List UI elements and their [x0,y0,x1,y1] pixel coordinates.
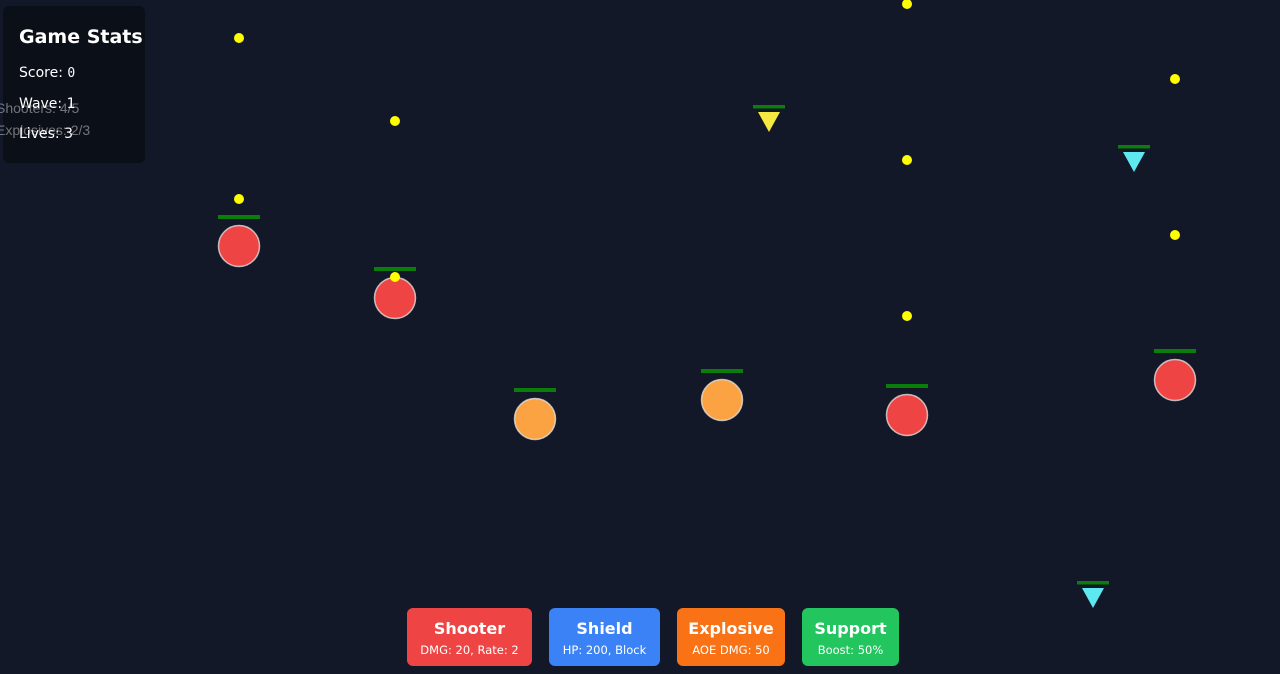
enemy-cyan [1123,152,1145,172]
support-unit-button[interactable]: Support Boost: 50% [802,608,899,666]
shooter-unit [885,393,929,437]
score-label: Score: [19,65,68,81]
projectile [902,311,912,321]
enemy-yellow [758,112,780,132]
shooter-button-label: Shooter [433,619,506,638]
explosive-health-bar [514,388,556,392]
shooter-health-bar [1154,349,1196,353]
support-button-desc: Boost: 50% [817,643,884,657]
shield-button-label: Shield [576,619,633,638]
explosive-unit [513,397,557,441]
shooters-counter: Shooters: 4/5 [0,100,80,116]
game-field[interactable] [0,0,1280,674]
shield-unit-button[interactable]: Shield HP: 200, Block [549,608,660,666]
score-row: Score: 0 [19,65,75,81]
game-stage[interactable]: Game Stats Score: 0 Wave: 1 Lives: 3 Sho… [0,0,1280,674]
explosives-counter: Explosives: 2/3 [0,122,91,138]
projectile [390,272,400,282]
projectile [1170,74,1180,84]
support-button-label: Support [814,619,887,638]
shooter-unit-button[interactable]: Shooter DMG: 20, Rate: 2 [407,608,532,666]
score-value: 0 [67,66,76,81]
projectile [390,116,400,126]
shooter-health-bar [886,384,928,388]
projectile [902,0,912,9]
enemy-cyan [1082,588,1104,608]
game-stats-panel: Game Stats Score: 0 Wave: 1 Lives: 3 [3,6,145,163]
shooter-button-desc: DMG: 20, Rate: 2 [420,643,519,657]
explosive-unit-button[interactable]: Explosive AOE DMG: 50 [677,608,785,666]
enemy-health-bar [753,105,785,109]
shooter-unit [1153,358,1197,402]
shooter-unit [217,224,261,268]
projectile [234,194,244,204]
explosive-health-bar [701,369,743,373]
shooter-health-bar [374,267,416,271]
explosive-unit [700,378,744,422]
projectile [1170,230,1180,240]
shooter-health-bar [218,215,260,219]
game-stats-title: Game Stats [19,26,143,48]
shooter-unit [373,276,417,320]
enemy-health-bar [1118,145,1150,149]
projectile [234,33,244,43]
shield-button-desc: HP: 200, Block [562,643,647,657]
explosive-button-label: Explosive [688,619,774,638]
explosive-button-desc: AOE DMG: 50 [692,643,770,657]
enemy-health-bar [1077,581,1109,585]
projectile [902,155,912,165]
